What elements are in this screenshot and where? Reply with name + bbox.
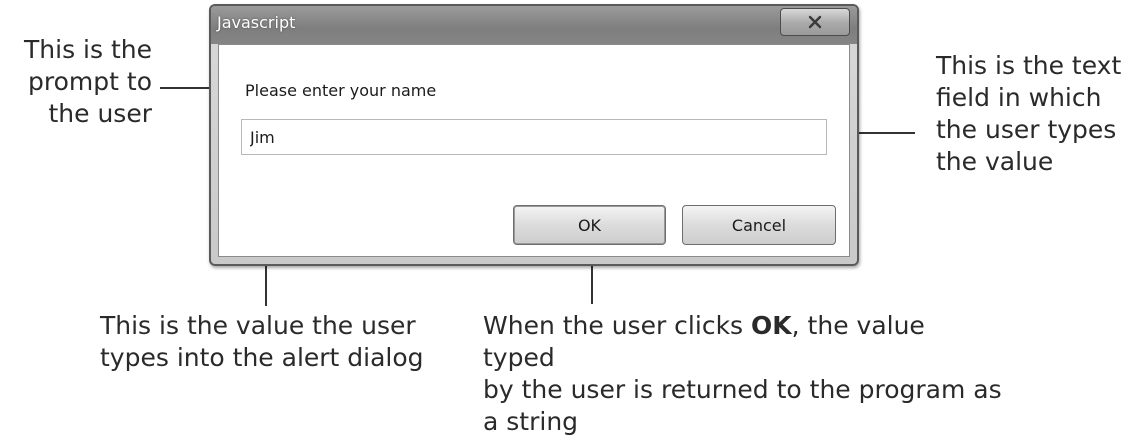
prompt-dialog: Javascript Please enter your name OK Can… xyxy=(209,4,859,266)
annotation-ok: When the user clicks OK, the value typed… xyxy=(483,310,1003,438)
annotation-prompt: This is the prompt to the user xyxy=(24,35,152,128)
name-input[interactable] xyxy=(241,119,827,155)
prompt-message: Please enter your name xyxy=(245,81,437,100)
dialog-title: Javascript xyxy=(217,13,296,32)
dialog-title-bar[interactable]: Javascript xyxy=(211,6,857,44)
ok-button[interactable]: OK xyxy=(513,205,666,245)
annotation-ok-keyword: OK xyxy=(751,311,792,340)
annotation-value: This is the value the user types into th… xyxy=(100,311,424,372)
close-icon xyxy=(807,15,823,29)
dialog-body: Please enter your name OK Cancel xyxy=(218,44,850,257)
annotation-text-field: This is the text field in which the user… xyxy=(936,51,1122,176)
annotation-ok-lead: When the user clicks xyxy=(483,311,752,340)
cancel-button[interactable]: Cancel xyxy=(682,205,836,245)
close-button[interactable] xyxy=(780,8,850,36)
